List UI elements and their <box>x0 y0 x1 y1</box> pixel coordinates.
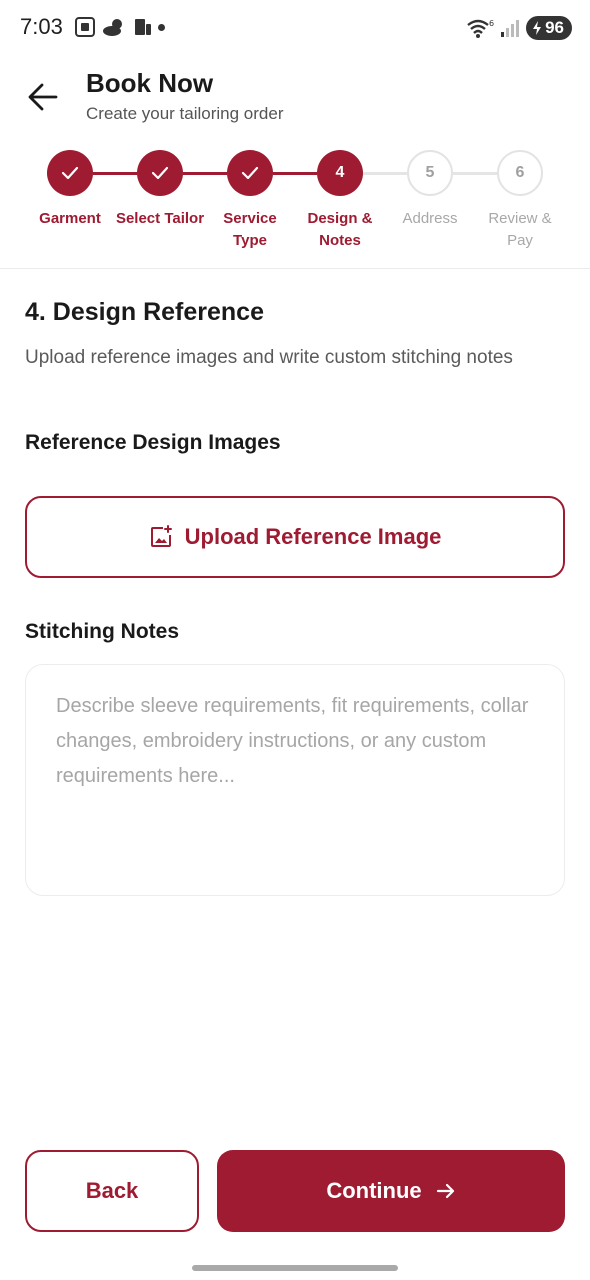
notification-dot <box>158 24 165 31</box>
step-connector <box>273 172 317 175</box>
stitching-notes-label: Stitching Notes <box>25 620 180 643</box>
step-4-circle: 4 <box>317 150 363 196</box>
arrow-right-icon <box>436 1183 454 1199</box>
section-description: Upload reference images and write custom… <box>25 347 513 368</box>
continue-button[interactable]: Continue <box>217 1150 565 1232</box>
battery-level: 96 <box>545 18 564 37</box>
page-title: Book Now <box>86 68 214 98</box>
device-icon <box>135 19 151 35</box>
header-divider <box>0 268 590 269</box>
add-photo-icon <box>150 525 172 547</box>
charging-icon <box>533 21 542 35</box>
step-1-circle <box>47 150 93 196</box>
step-4-label: Design & Notes <box>307 210 373 249</box>
step-connector <box>363 172 407 175</box>
status-time: 7:03 <box>20 14 63 39</box>
reference-images-label: Reference Design Images <box>25 431 281 454</box>
step-connector <box>93 172 137 175</box>
booking-stepper: Garment Select Tailor Service Type 4 Desi… <box>0 150 590 260</box>
step-3-circle <box>227 150 273 196</box>
wifi-icon: 6 <box>467 19 494 38</box>
step-connector <box>183 172 227 175</box>
step-6-label: Review & Pay <box>488 210 552 249</box>
home-indicator[interactable] <box>192 1265 398 1271</box>
check-icon <box>61 166 79 180</box>
wifi-badge: 6 <box>489 19 494 28</box>
status-right: 6 96 <box>466 16 572 40</box>
back-button[interactable]: Back <box>25 1150 199 1232</box>
page-subtitle: Create your tailoring order <box>86 104 284 123</box>
signal-icon <box>501 20 520 37</box>
upload-button-label: Upload Reference Image <box>184 524 442 549</box>
continue-button-label: Continue <box>326 1178 422 1203</box>
step-1-label: Garment <box>39 210 101 227</box>
back-arrow-icon[interactable] <box>26 80 60 114</box>
weather-icon <box>103 19 122 36</box>
upload-reference-image-button[interactable]: Upload Reference Image <box>25 496 565 578</box>
step-2-label: Select Tailor <box>115 210 205 227</box>
step-connector <box>453 172 497 175</box>
status-bar: 7:03 6 96 <box>0 0 590 56</box>
step-3-label: Service Type <box>223 210 277 249</box>
notification-icons <box>74 16 154 38</box>
check-icon <box>241 166 259 180</box>
check-icon <box>151 166 169 180</box>
section-title: 4. Design Reference <box>25 298 264 326</box>
step-6-circle: 6 <box>497 150 543 196</box>
step-5-circle: 5 <box>407 150 453 196</box>
stitching-notes-field[interactable] <box>25 664 565 896</box>
step-2-circle <box>137 150 183 196</box>
battery-indicator: 96 <box>526 16 572 40</box>
screenshot-icon <box>75 17 95 37</box>
step-5-label: Address <box>402 210 458 227</box>
